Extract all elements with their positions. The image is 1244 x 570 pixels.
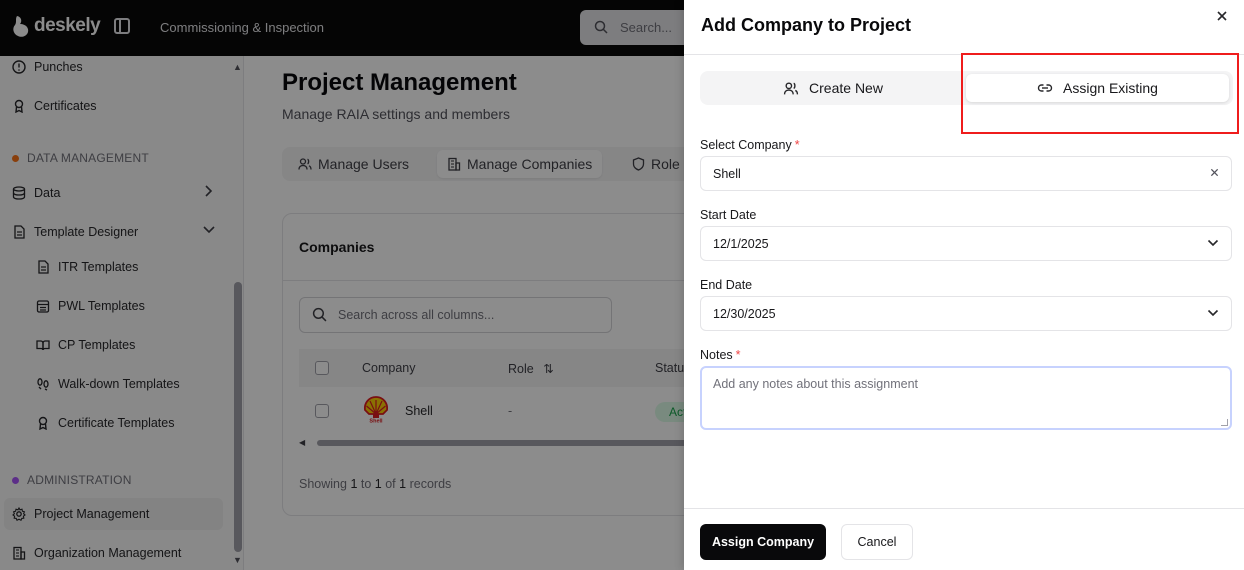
end-date-value: 12/30/2025 — [713, 307, 776, 321]
clear-icon[interactable] — [1210, 168, 1219, 177]
start-date-select[interactable]: 12/1/2025 — [700, 226, 1232, 261]
modal-overlay[interactable] — [0, 0, 684, 570]
create-new-button[interactable]: Create New — [703, 74, 963, 102]
chevron-down-icon — [1207, 309, 1219, 317]
required-asterisk: * — [794, 138, 800, 152]
create-new-label: Create New — [809, 80, 883, 96]
start-date-value: 12/1/2025 — [713, 237, 769, 251]
drawer-title: Add Company to Project — [701, 15, 912, 35]
end-date-select[interactable]: 12/30/2025 — [700, 296, 1232, 331]
end-date-label: End Date — [700, 278, 753, 292]
close-icon[interactable] — [1216, 10, 1228, 22]
required-asterisk: * — [735, 348, 741, 362]
label-text: Notes — [700, 348, 733, 362]
assign-company-button[interactable]: Assign Company — [700, 524, 826, 560]
chevron-down-icon — [1207, 239, 1219, 247]
notes-placeholder: Add any notes about this assignment — [713, 377, 918, 391]
cancel-button[interactable]: Cancel — [841, 524, 913, 560]
users-icon — [783, 81, 799, 96]
divider — [684, 508, 1244, 509]
label-text: Select Company — [700, 138, 792, 152]
add-company-drawer: Add Company to Project Create New Assign… — [684, 0, 1244, 570]
select-company-value: Shell — [713, 167, 741, 181]
highlight-box — [961, 53, 1239, 134]
select-company-field[interactable]: Shell — [700, 156, 1232, 191]
select-company-label: Select Company * — [700, 138, 800, 152]
notes-label: Notes * — [700, 348, 741, 362]
notes-textarea[interactable]: Add any notes about this assignment — [700, 366, 1232, 430]
start-date-label: Start Date — [700, 208, 757, 222]
